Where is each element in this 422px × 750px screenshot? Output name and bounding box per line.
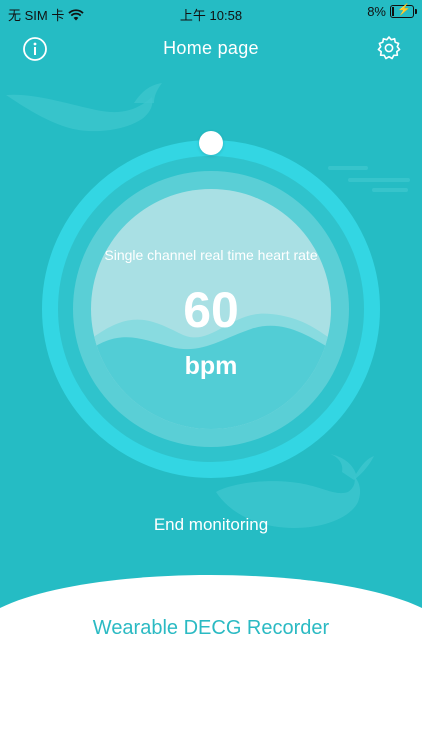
gear-icon [377, 36, 401, 60]
bottom-panel [0, 570, 422, 750]
curved-panel-background [0, 575, 422, 750]
page-title: Home page [163, 38, 259, 58]
settings-button[interactable] [376, 35, 402, 61]
app-name-label: Wearable DECG Recorder [92, 617, 330, 639]
battery-icon: ⚡ [390, 4, 417, 18]
battery-percent: 8% [367, 4, 386, 19]
heart-rate-value: 60 [183, 282, 239, 338]
battery-group: 8% ⚡ [367, 4, 417, 19]
status-bar: 无 SIM 卡 上午 10:58 8% ⚡ [0, 0, 422, 26]
nav-bar: Home page [0, 34, 422, 64]
status-time: 上午 10:58 [179, 8, 243, 23]
heart-rate-unit: bpm [184, 352, 238, 380]
heart-rate-label: Single channel real time heart rate [104, 247, 318, 263]
whale-decoration-top [6, 83, 162, 132]
ring-progress-knob[interactable] [199, 131, 223, 155]
end-monitoring-button[interactable]: End monitoring [111, 510, 311, 540]
charging-bolt-icon: ⚡ [397, 4, 411, 16]
